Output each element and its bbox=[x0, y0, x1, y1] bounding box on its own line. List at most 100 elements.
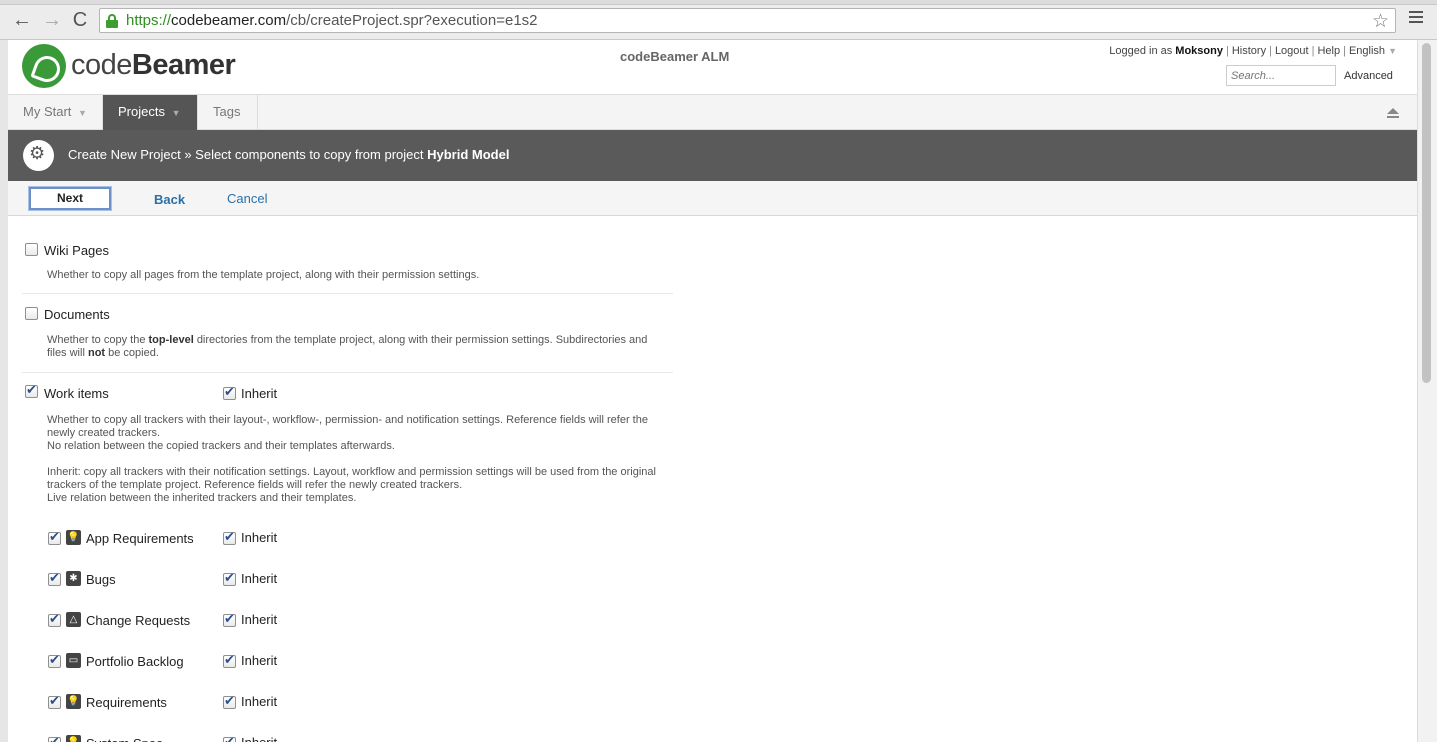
documents-checkbox[interactable] bbox=[25, 307, 38, 320]
tracker-inherit-label[interactable]: Inherit bbox=[241, 571, 277, 586]
tab-strip bbox=[0, 0, 1437, 5]
tracker-inherit-checkbox[interactable] bbox=[223, 694, 236, 709]
work-items-desc-line3: Inherit: copy all trackers with their no… bbox=[47, 466, 656, 491]
language-caret-icon[interactable]: ▼ bbox=[1388, 46, 1397, 56]
codebeamer-logo-icon[interactable] bbox=[22, 44, 66, 88]
app-name: codeBeamer ALM bbox=[620, 49, 730, 64]
documents-label[interactable]: Documents bbox=[44, 307, 110, 322]
documents-desc-bold-1: top-level bbox=[148, 334, 194, 346]
title-project: Hybrid Model bbox=[427, 147, 510, 162]
tracker-inherit-label[interactable]: Inherit bbox=[241, 530, 277, 545]
scrollbar[interactable] bbox=[1417, 40, 1437, 742]
page: codeBeamer codeBeamer ALM Logged in as M… bbox=[8, 40, 1417, 742]
bug-icon: ✱ bbox=[66, 571, 81, 586]
tracker-label[interactable]: Bugs bbox=[86, 572, 116, 587]
browser-toolbar: ← → C https://codebeamer.com/cb/createPr… bbox=[0, 0, 1437, 40]
backlog-icon: ▭ bbox=[66, 653, 81, 668]
help-link[interactable]: Help bbox=[1317, 45, 1340, 57]
tracker-checkbox[interactable] bbox=[48, 653, 61, 668]
logout-link[interactable]: Logout bbox=[1275, 45, 1309, 57]
logged-in-label: Logged in as bbox=[1109, 45, 1173, 57]
action-bar: Next Back Cancel bbox=[8, 181, 1417, 216]
advanced-search-link[interactable]: Advanced bbox=[1344, 70, 1393, 82]
tracker-inherit-checkbox[interactable] bbox=[223, 612, 236, 627]
work-items-desc-line2: No relation between the copied trackers … bbox=[47, 440, 395, 452]
search-input[interactable] bbox=[1226, 65, 1336, 86]
scroll-thumb[interactable] bbox=[1422, 43, 1431, 383]
url-path: /cb/createProject.spr?execution=e1s2 bbox=[286, 12, 538, 29]
tab-tags-label: Tags bbox=[213, 104, 241, 119]
tracker-inherit-checkbox[interactable] bbox=[223, 530, 236, 545]
tracker-checkbox[interactable] bbox=[48, 612, 61, 627]
bookmark-star-icon[interactable]: ☆ bbox=[1372, 10, 1389, 33]
address-bar[interactable]: https://codebeamer.com/cb/createProject.… bbox=[99, 8, 1396, 33]
tracker-inherit-checkbox[interactable] bbox=[223, 653, 236, 668]
url-text[interactable]: https://codebeamer.com/cb/createProject.… bbox=[126, 12, 538, 29]
brand-name[interactable]: codeBeamer bbox=[71, 49, 236, 82]
tracker-checkbox[interactable] bbox=[48, 735, 61, 742]
documents-desc-bold-2: not bbox=[87, 347, 106, 359]
work-items-desc-line4: Live relation between the inherited trac… bbox=[47, 492, 357, 504]
tracker-checkbox[interactable] bbox=[48, 694, 61, 709]
work-items-label[interactable]: Work items bbox=[44, 386, 109, 401]
app-header: codeBeamer codeBeamer ALM Logged in as M… bbox=[8, 40, 1417, 94]
tab-my-start-label: My Start bbox=[23, 104, 72, 119]
work-items-inherit-checkbox[interactable] bbox=[223, 385, 236, 400]
url-host: codebeamer.com bbox=[171, 12, 287, 29]
user-bar: Logged in as Moksony | History | Logout | Help… bbox=[1109, 45, 1397, 57]
username[interactable]: Moksony bbox=[1175, 45, 1223, 57]
divider bbox=[22, 293, 673, 294]
page-title-bar: Create New Project » Select components t… bbox=[8, 130, 1417, 181]
wiki-pages-label[interactable]: Wiki Pages bbox=[44, 243, 109, 258]
tracker-checkbox[interactable] bbox=[48, 530, 61, 545]
documents-desc-1: Whether to copy the bbox=[47, 334, 146, 346]
tracker-inherit-label[interactable]: Inherit bbox=[241, 653, 277, 668]
collapse-header-icon[interactable] bbox=[1387, 108, 1399, 118]
work-items-desc-line1: Whether to copy all trackers with their … bbox=[47, 414, 648, 439]
page-title: Create New Project » Select components t… bbox=[68, 147, 509, 162]
back-link[interactable]: Back bbox=[154, 192, 185, 207]
work-items-description: Whether to copy all trackers with their … bbox=[47, 414, 669, 505]
brand-bold: Beamer bbox=[131, 49, 236, 81]
browser-menu-icon[interactable] bbox=[1409, 11, 1423, 25]
tracker-inherit-checkbox[interactable] bbox=[223, 571, 236, 586]
tracker-label[interactable]: Change Requests bbox=[86, 613, 190, 628]
chevron-down-icon[interactable]: ▼ bbox=[172, 108, 181, 118]
work-items-inherit-label[interactable]: Inherit bbox=[241, 386, 277, 401]
documents-description: Whether to copy the top-level directorie… bbox=[47, 334, 669, 360]
window-edge bbox=[0, 40, 8, 742]
back-arrow-icon[interactable]: ← bbox=[10, 9, 34, 31]
url-scheme: https:// bbox=[126, 12, 172, 29]
requirement-icon: 💡 bbox=[66, 694, 81, 709]
next-button[interactable]: Next bbox=[29, 187, 111, 210]
requirement-icon: 💡 bbox=[66, 530, 81, 545]
tracker-inherit-label[interactable]: Inherit bbox=[241, 735, 277, 742]
history-link[interactable]: History bbox=[1232, 45, 1266, 57]
chevron-down-icon[interactable]: ▼ bbox=[78, 108, 87, 118]
lock-icon bbox=[106, 14, 118, 28]
tracker-label[interactable]: System Spec bbox=[86, 736, 163, 742]
cancel-link[interactable]: Cancel bbox=[227, 191, 267, 206]
divider bbox=[22, 372, 673, 373]
tab-my-start[interactable]: My Start ▼ bbox=[8, 95, 103, 130]
gear-icon bbox=[23, 140, 54, 171]
tracker-label[interactable]: Portfolio Backlog bbox=[86, 654, 184, 669]
work-items-checkbox[interactable] bbox=[25, 383, 38, 398]
tracker-inherit-checkbox[interactable] bbox=[223, 735, 236, 742]
tracker-inherit-label[interactable]: Inherit bbox=[241, 694, 277, 709]
tracker-label[interactable]: App Requirements bbox=[86, 531, 194, 546]
tracker-inherit-label[interactable]: Inherit bbox=[241, 612, 277, 627]
wiki-pages-checkbox[interactable] bbox=[25, 243, 38, 256]
change-request-icon: △ bbox=[66, 612, 81, 627]
requirement-icon: 💡 bbox=[66, 735, 81, 742]
tab-tags[interactable]: Tags bbox=[198, 95, 258, 130]
tracker-checkbox[interactable] bbox=[48, 571, 61, 586]
forward-arrow-icon[interactable]: → bbox=[40, 9, 64, 31]
language-selector[interactable]: English bbox=[1349, 45, 1385, 57]
tab-projects[interactable]: Projects ▼ bbox=[103, 95, 198, 130]
reload-icon[interactable]: C bbox=[68, 9, 92, 31]
tracker-label[interactable]: Requirements bbox=[86, 695, 167, 710]
wiki-pages-description: Whether to copy all pages from the templ… bbox=[47, 269, 480, 281]
main-nav: My Start ▼ Projects ▼ Tags bbox=[8, 94, 1417, 130]
title-prefix: Create New Project » Select components t… bbox=[68, 147, 424, 162]
